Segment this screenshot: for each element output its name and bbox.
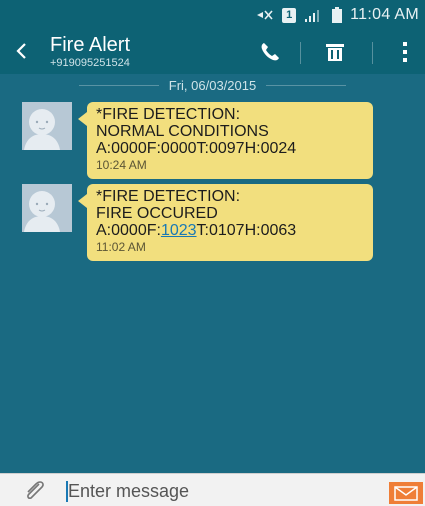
message-time: 10:24 AM (96, 158, 147, 172)
phone-number-link[interactable]: 1023 (161, 222, 197, 239)
date-separator: Fri, 06/03/2015 (0, 74, 425, 96)
message-line: FIRE OCCURED (96, 205, 218, 222)
message-line: A:0000F:0000T:0097H:0024 (96, 140, 297, 157)
message-bubble[interactable]: *FIRE DETECTION: NORMAL CONDITIONS A:000… (78, 102, 373, 179)
action-divider (372, 42, 373, 64)
contact-header[interactable]: Fire Alert +919095251524 (50, 34, 130, 70)
back-button[interactable] (10, 38, 32, 64)
mute-icon (256, 8, 274, 22)
signal-icon (304, 8, 324, 23)
message-input[interactable] (68, 478, 368, 504)
message-text-prefix: A:0000F: (96, 222, 161, 239)
date-text: Fri, 06/03/2015 (168, 77, 257, 93)
status-time: 11:04 AM (350, 6, 419, 23)
send-button[interactable] (389, 482, 423, 504)
trash-icon (326, 44, 344, 61)
sim-number: 1 (282, 7, 297, 23)
message-bubble[interactable]: *FIRE DETECTION: FIRE OCCURED A:0000F:10… (78, 184, 373, 261)
compose-bar (0, 473, 425, 506)
send-icon (394, 486, 418, 501)
message-line: A:0000F:1023T:0107H:0063 (96, 222, 364, 239)
avatar[interactable] (22, 102, 72, 150)
message-text-suffix: T:0107H:0063 (196, 222, 297, 239)
paperclip-icon (27, 481, 44, 499)
contact-avatar-icon (22, 102, 72, 150)
avatar[interactable] (22, 184, 72, 232)
contact-avatar-icon (22, 184, 72, 232)
contact-number: +919095251524 (50, 57, 130, 69)
more-vertical-icon (403, 42, 407, 62)
date-line (266, 84, 347, 86)
attach-button[interactable] (22, 479, 48, 503)
message-line: *FIRE DETECTION: (96, 106, 241, 123)
action-divider (300, 42, 301, 64)
sim-icon: 1 (282, 7, 297, 23)
call-button[interactable] (255, 38, 285, 66)
action-bar: Fire Alert +919095251524 (0, 30, 425, 74)
status-bar: 1 11:04 AM (0, 0, 425, 30)
message-line: NORMAL CONDITIONS (96, 123, 269, 140)
delete-button[interactable] (320, 38, 350, 66)
contact-name: Fire Alert (50, 34, 131, 56)
messaging-screen: 1 11:04 AM Fire Alert +919095251524 Fri,… (0, 0, 425, 506)
conversation-area[interactable]: Fri, 06/03/2015 *FIRE DETECTION: NORMAL … (0, 74, 425, 473)
more-options-button[interactable] (396, 38, 414, 66)
call-icon (261, 43, 279, 61)
battery-icon (332, 7, 343, 23)
date-line (78, 84, 159, 86)
message-time: 11:02 AM (96, 240, 146, 254)
message-line: *FIRE DETECTION: (96, 188, 241, 205)
back-icon (16, 43, 26, 59)
